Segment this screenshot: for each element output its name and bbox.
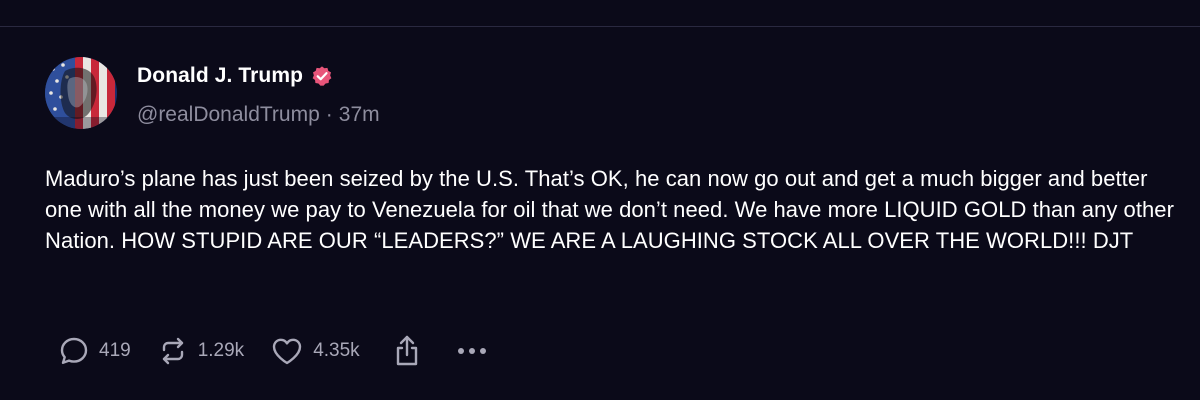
post-card[interactable]: Donald J. Trump @realDonaldTrump · 37m M… bbox=[0, 27, 1200, 400]
share-button[interactable] bbox=[392, 334, 422, 368]
repost-arrows-icon bbox=[162, 337, 183, 365]
heart-icon bbox=[272, 338, 302, 365]
handle-row: @realDonaldTrump · 37m bbox=[137, 103, 380, 127]
display-name[interactable]: Donald J. Trump bbox=[137, 64, 303, 88]
meta-separator: · bbox=[325, 103, 333, 126]
more-button[interactable] bbox=[456, 346, 488, 356]
share-icon bbox=[396, 335, 417, 366]
avatar[interactable] bbox=[45, 57, 117, 129]
reply-count: 419 bbox=[99, 340, 131, 361]
post-text: Maduro’s plane has just been seized by t… bbox=[45, 166, 1174, 253]
repost-count: 1.29k bbox=[197, 340, 245, 361]
repost-button[interactable]: 1.29k bbox=[157, 335, 244, 367]
post-actions: 419 1.29k 4.35k bbox=[58, 333, 488, 369]
like-button[interactable]: 4.35k bbox=[270, 335, 360, 367]
app-frame: Donald J. Trump @realDonaldTrump · 37m M… bbox=[0, 0, 1200, 400]
author-handle[interactable]: @realDonaldTrump bbox=[137, 103, 320, 127]
post-timestamp[interactable]: 37m bbox=[339, 103, 380, 127]
speech-bubble-icon bbox=[60, 337, 88, 364]
author-name-row: Donald J. Trump bbox=[137, 61, 333, 91]
reply-button[interactable]: 419 bbox=[58, 335, 131, 367]
more-dots-icon bbox=[457, 348, 486, 354]
avatar-image bbox=[45, 57, 117, 129]
verified-badge-icon bbox=[311, 65, 333, 87]
like-count: 4.35k bbox=[313, 340, 360, 361]
